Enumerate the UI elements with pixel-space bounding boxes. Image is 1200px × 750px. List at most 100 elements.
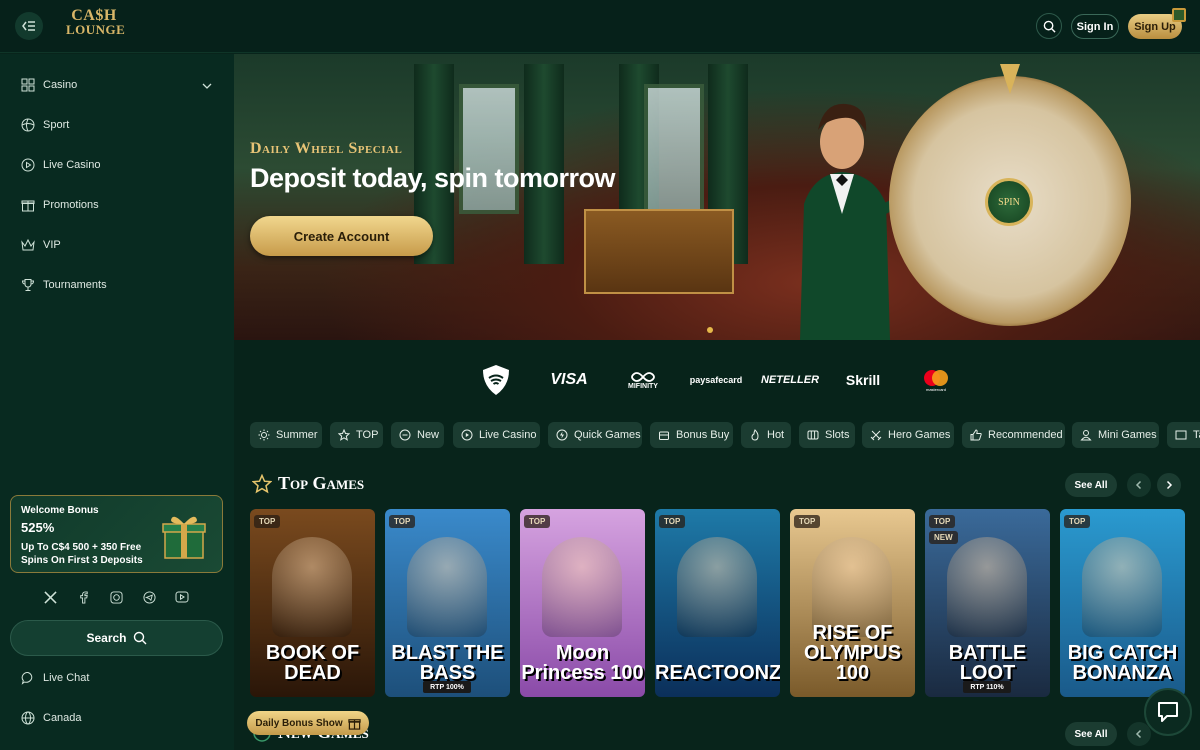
mastercard-label: mastercard bbox=[925, 386, 946, 392]
game-tile[interactable]: TOP RISE OF OLYMPUS 100 bbox=[790, 509, 915, 697]
chip-quick-games[interactable]: Quick Games bbox=[548, 422, 642, 448]
chip-mini-games[interactable]: Mini Games bbox=[1072, 422, 1159, 448]
header-search-button[interactable] bbox=[1036, 13, 1062, 39]
sidebar-item-sport[interactable]: Sport bbox=[0, 110, 234, 140]
game-tile[interactable]: TOP BLAST THE BASS RTP 100% bbox=[385, 509, 510, 697]
star-outline-icon bbox=[252, 473, 272, 493]
sign-in-button[interactable]: Sign In bbox=[1071, 14, 1119, 39]
hero-window bbox=[644, 84, 704, 214]
see-all-top-games-button[interactable]: See All bbox=[1065, 473, 1117, 497]
telegram-icon[interactable] bbox=[141, 589, 157, 605]
table-icon bbox=[1175, 429, 1187, 441]
game-tile[interactable]: TOP NEW BATTLE LOOT RTP 110% bbox=[925, 509, 1050, 697]
sidebar-item-tournaments[interactable]: Tournaments bbox=[0, 270, 234, 300]
game-badge: TOP bbox=[254, 515, 281, 528]
chip-table-games[interactable]: Ta bbox=[1167, 422, 1200, 448]
chip-label: Hero Games bbox=[888, 429, 951, 441]
bonus-title: Welcome Bonus bbox=[21, 505, 99, 516]
live-chat-fab[interactable] bbox=[1144, 688, 1192, 736]
chip-top[interactable]: TOP bbox=[330, 422, 383, 448]
ball-icon bbox=[20, 117, 36, 133]
game-title: BATTLE LOOT bbox=[948, 642, 1027, 684]
chip-label: Quick Games bbox=[574, 429, 641, 441]
facebook-icon[interactable] bbox=[75, 589, 91, 605]
x-icon[interactable] bbox=[42, 589, 58, 605]
visa-logo: VISA bbox=[550, 371, 588, 388]
skrill-logo: Skrill bbox=[845, 372, 881, 388]
crown-icon bbox=[20, 237, 36, 253]
neteller-logo: NETELLER bbox=[760, 374, 820, 386]
chevron-down-icon[interactable] bbox=[201, 79, 213, 91]
sidebar-item-live-chat[interactable]: Live Chat bbox=[0, 663, 234, 693]
chip-label: TOP bbox=[356, 429, 379, 441]
chip-slots[interactable]: Slots bbox=[799, 422, 855, 448]
game-tile[interactable]: TOP BOOK OF DEAD bbox=[250, 509, 375, 697]
game-tile[interactable]: TOP Moon Princess 100 bbox=[520, 509, 645, 697]
user-icon bbox=[1080, 429, 1092, 441]
chip-bonus-buy[interactable]: Bonus Buy bbox=[650, 422, 733, 448]
globe-icon bbox=[20, 710, 36, 726]
sidebar-item-live-casino[interactable]: Live Casino bbox=[0, 150, 234, 180]
menu-toggle-button[interactable] bbox=[15, 12, 43, 40]
hero-kicker: Daily Wheel Special bbox=[250, 140, 403, 157]
sidebar-item-promotions[interactable]: Promotions bbox=[0, 190, 234, 220]
prize-wheel: SPIN bbox=[889, 76, 1131, 326]
chip-summer[interactable]: Summer bbox=[250, 422, 322, 448]
trophy-icon bbox=[20, 277, 36, 293]
next-arrow-button[interactable] bbox=[1157, 473, 1181, 497]
game-badge: TOP bbox=[794, 515, 821, 528]
create-account-button[interactable]: Create Account bbox=[250, 216, 433, 256]
chevron-left-icon bbox=[1135, 480, 1142, 490]
chip-label: Live Casino bbox=[479, 429, 537, 441]
hero-banner[interactable]: SPIN Daily Wheel Special Deposit today, … bbox=[234, 54, 1200, 340]
star-icon bbox=[338, 429, 350, 441]
top-bar: CA$H LOUNGE Sign In Sign Up bbox=[0, 0, 1200, 53]
carousel-indicator[interactable] bbox=[707, 327, 713, 333]
daily-bonus-label: Daily Bonus Show bbox=[255, 717, 343, 729]
brand-logo-line2: LOUNGE bbox=[66, 22, 126, 37]
grid-icon bbox=[20, 77, 36, 93]
youtube-icon[interactable] bbox=[174, 589, 190, 605]
chevron-left-icon bbox=[1135, 729, 1142, 739]
mastercard-circles-icon bbox=[924, 369, 948, 386]
bonus-percent: 525% bbox=[21, 520, 55, 535]
daily-bonus-show-button[interactable]: Daily Bonus Show bbox=[247, 711, 369, 735]
sidebar-item-label: Canada bbox=[43, 712, 82, 724]
game-artwork bbox=[272, 537, 352, 637]
chip-hot[interactable]: Hot bbox=[741, 422, 791, 448]
game-badge: TOP bbox=[1064, 515, 1091, 528]
sidebar-item-vip[interactable]: VIP bbox=[0, 230, 234, 260]
new-icon bbox=[399, 429, 411, 441]
see-all-new-games-button[interactable]: See All bbox=[1065, 722, 1117, 746]
chip-label: Recommended bbox=[988, 429, 1063, 441]
mastercard-logo: mastercard bbox=[920, 364, 952, 396]
prev-arrow-button[interactable] bbox=[1127, 473, 1151, 497]
chip-recommended[interactable]: Recommended bbox=[962, 422, 1065, 448]
sidebar-item-label: Tournaments bbox=[43, 279, 107, 291]
sidebar-item-label: Live Casino bbox=[43, 159, 101, 171]
chip-hero-games[interactable]: Hero Games bbox=[862, 422, 954, 448]
sword-icon bbox=[870, 429, 882, 441]
sidebar-item-casino[interactable]: Casino bbox=[0, 70, 234, 100]
payments-strip: VISA MIFINITY paysafecard NETELLER Skril… bbox=[234, 340, 1200, 420]
chat-icon bbox=[20, 670, 36, 686]
welcome-bonus-card[interactable]: Welcome Bonus 525% Up To C$4 500 + 350 F… bbox=[10, 495, 223, 573]
play-circle-icon bbox=[20, 157, 36, 173]
instagram-icon[interactable] bbox=[108, 589, 124, 605]
sidebar-search-button[interactable]: Search bbox=[10, 620, 223, 656]
game-artwork bbox=[1082, 537, 1162, 637]
brand-logo[interactable]: CA$H LOUNGE bbox=[66, 8, 126, 37]
game-tile[interactable]: TOP BIG CATCH BONANZA bbox=[1060, 509, 1185, 697]
mifinity-label: MIFINITY bbox=[628, 382, 658, 390]
mifinity-logo: MIFINITY bbox=[620, 364, 666, 396]
chip-label: New bbox=[417, 429, 440, 441]
hero-window bbox=[459, 84, 519, 214]
chip-new[interactable]: New bbox=[391, 422, 444, 448]
sun-icon bbox=[258, 429, 270, 441]
chip-live-casino[interactable]: Live Casino bbox=[453, 422, 540, 448]
game-tile[interactable]: TOP REACTOONZ bbox=[655, 509, 780, 697]
app-root: CA$H LOUNGE Sign In Sign Up Casino Sport… bbox=[0, 0, 1200, 750]
sidebar-search-label: Search bbox=[86, 631, 127, 645]
game-badge: TOP bbox=[524, 515, 551, 528]
sidebar-item-region[interactable]: Canada bbox=[0, 703, 234, 733]
